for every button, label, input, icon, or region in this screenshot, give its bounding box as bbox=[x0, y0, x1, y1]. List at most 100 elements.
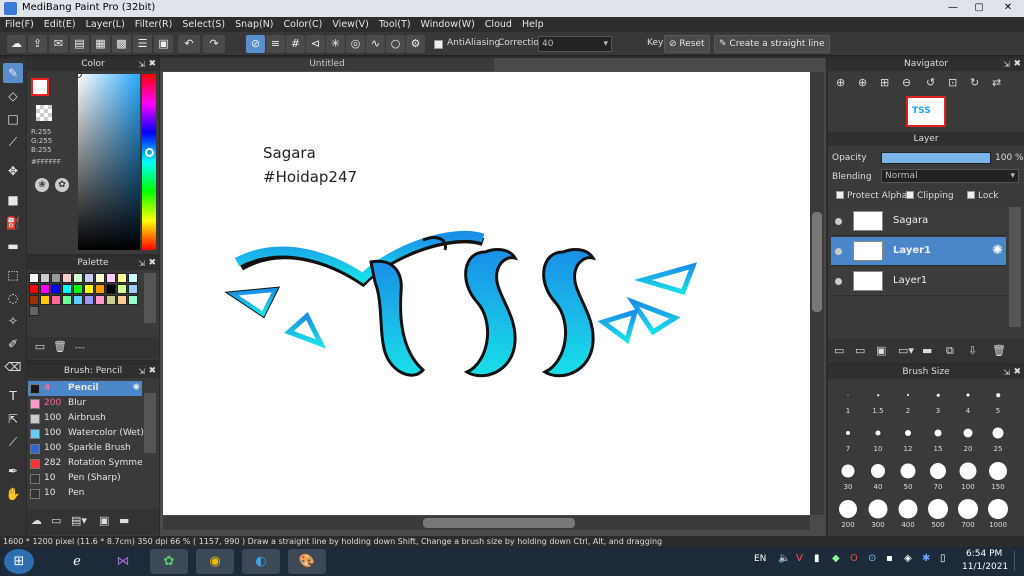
close-icon[interactable]: ✖ bbox=[148, 58, 156, 71]
brush-item[interactable]: 10 Pen bbox=[28, 486, 142, 501]
navigator-preview[interactable]: TSS bbox=[906, 96, 946, 127]
sv-cursor[interactable] bbox=[74, 70, 82, 78]
gear-icon[interactable]: ✺ bbox=[992, 243, 1003, 258]
brush-item[interactable]: 10 Pen (Sharp) bbox=[28, 471, 142, 486]
snap-grid-icon[interactable]: # bbox=[286, 35, 305, 53]
magic-wand-icon[interactable]: ✧ bbox=[3, 311, 23, 331]
actual-size-icon[interactable]: ⊡ bbox=[948, 76, 957, 89]
trash-icon[interactable]: 🗑 bbox=[52, 340, 68, 356]
eyedropper-icon[interactable]: ✒ bbox=[3, 461, 23, 481]
eye-icon[interactable] bbox=[835, 278, 842, 285]
palette-swatch[interactable] bbox=[73, 295, 83, 305]
snap-off-icon[interactable]: ⊘ bbox=[246, 35, 265, 53]
comment-icon[interactable]: ✉ bbox=[49, 35, 68, 53]
palette-swatch[interactable] bbox=[62, 295, 72, 305]
close-icon[interactable]: ✖ bbox=[148, 365, 156, 378]
app-green-icon[interactable]: ✿ bbox=[150, 549, 188, 574]
undo-icon[interactable]: ↶ bbox=[178, 35, 200, 53]
pin-icon[interactable]: ⇲ bbox=[138, 365, 145, 378]
close-icon[interactable]: ✖ bbox=[1013, 366, 1021, 379]
layer-row[interactable]: Sagara bbox=[831, 207, 1006, 236]
menu-cloud[interactable]: Cloud bbox=[480, 17, 517, 32]
layer-scrollbar[interactable] bbox=[1009, 207, 1021, 327]
eraser-tool-icon[interactable]: ◇ bbox=[3, 86, 23, 106]
fit-icon[interactable]: ⊞ bbox=[880, 76, 889, 89]
pin-icon[interactable]: ⇲ bbox=[1003, 366, 1010, 379]
lasso-icon[interactable]: ◌ bbox=[3, 288, 23, 308]
reset-button[interactable]: ⊘ Reset bbox=[664, 35, 710, 53]
palette-swatch[interactable] bbox=[51, 284, 61, 294]
brush-size-option[interactable]: 50 bbox=[893, 459, 923, 492]
brush-scrollbar[interactable] bbox=[144, 393, 156, 453]
clock-time[interactable]: 6:54 PM bbox=[966, 549, 1002, 559]
document-icon[interactable]: ▤ bbox=[70, 35, 89, 53]
brush-size-option[interactable]: 20 bbox=[953, 421, 983, 454]
snap-settings-icon[interactable]: ⚙ bbox=[406, 35, 425, 53]
palette-swatch[interactable] bbox=[106, 273, 116, 283]
close-button[interactable]: ✕ bbox=[992, 0, 1024, 17]
gallery-icon[interactable]: ▣ bbox=[154, 35, 173, 53]
brush-size-option[interactable]: 3 bbox=[923, 383, 953, 416]
merge-down-icon[interactable]: ⇩ bbox=[968, 344, 977, 357]
brush-size-option[interactable]: 1.5 bbox=[863, 383, 893, 416]
menu-tool[interactable]: Tool(T) bbox=[374, 17, 416, 32]
folder-icon[interactable]: ▬ bbox=[922, 344, 932, 357]
snap-parallel-icon[interactable]: ≡ bbox=[266, 35, 285, 53]
tray-app2-icon[interactable]: ⊙ bbox=[868, 553, 876, 564]
language-indicator[interactable]: EN bbox=[754, 554, 766, 564]
list-icon[interactable]: ☰ bbox=[133, 35, 152, 53]
layer-row[interactable]: Layer1 bbox=[831, 267, 1006, 296]
menu-filter[interactable]: Filter(R) bbox=[130, 17, 178, 32]
palette-swatch[interactable] bbox=[128, 295, 138, 305]
palette-swatch[interactable] bbox=[73, 284, 83, 294]
paint-icon[interactable]: 🎨 bbox=[288, 549, 326, 574]
palette-swatch[interactable] bbox=[117, 284, 127, 294]
palette-swatch[interactable] bbox=[62, 273, 72, 283]
network-icon[interactable]: ▮ bbox=[814, 553, 820, 564]
rotate-right-icon[interactable]: ↻ bbox=[970, 76, 979, 89]
brush-item[interactable]: 4 Pencil ✺ bbox=[28, 381, 142, 396]
start-button[interactable]: ⊞ bbox=[4, 549, 34, 574]
menu-help[interactable]: Help bbox=[517, 17, 549, 32]
brush-size-option[interactable]: 12 bbox=[893, 421, 923, 454]
select-rect-icon[interactable]: ⬚ bbox=[3, 265, 23, 285]
bucket-tool-icon[interactable]: ⛽ bbox=[3, 213, 23, 233]
opacity-slider[interactable] bbox=[881, 152, 991, 164]
eye-icon[interactable] bbox=[835, 218, 842, 225]
palette-swatch[interactable] bbox=[117, 273, 127, 283]
brush-size-option[interactable]: 5 bbox=[983, 383, 1013, 416]
brush-size-option[interactable]: 200 bbox=[833, 497, 863, 530]
clock-date[interactable]: 11/1/2021 bbox=[962, 562, 1008, 572]
palette-swatch[interactable] bbox=[29, 284, 39, 294]
hand-tool-icon[interactable]: ✋ bbox=[3, 484, 23, 504]
select-pen-icon[interactable]: ✐ bbox=[3, 334, 23, 354]
palette-swatch[interactable] bbox=[40, 273, 50, 283]
eye-icon[interactable] bbox=[835, 248, 842, 255]
foreground-color-swatch[interactable] bbox=[31, 78, 49, 96]
brush-tool-icon[interactable]: ✎ bbox=[3, 63, 23, 83]
medibang-taskbar-icon[interactable]: ◐ bbox=[242, 549, 280, 574]
rectangle-tool-icon[interactable]: □ bbox=[3, 109, 23, 129]
chrome-icon[interactable]: ◉ bbox=[196, 549, 234, 574]
palette-swatch[interactable] bbox=[73, 273, 83, 283]
visual-studio-icon[interactable]: ⋈ bbox=[104, 549, 142, 574]
zoom-out-icon[interactable]: ⊖ bbox=[902, 76, 911, 89]
palette-swatch[interactable] bbox=[95, 284, 105, 294]
palette-swatch[interactable] bbox=[51, 273, 61, 283]
background-color-swatch[interactable] bbox=[36, 105, 52, 121]
pin-icon[interactable]: ⇲ bbox=[138, 257, 145, 270]
page-icon[interactable]: ▦ bbox=[91, 35, 110, 53]
drawing-canvas[interactable]: Sagara #Hoidap247 bbox=[163, 72, 810, 515]
brush-settings-icon[interactable]: ▣ bbox=[99, 514, 109, 527]
snap-concentric-icon[interactable]: ◎ bbox=[346, 35, 365, 53]
show-desktop-button[interactable] bbox=[1014, 551, 1022, 571]
palette-swatch[interactable] bbox=[84, 273, 94, 283]
new-palette-icon[interactable]: ▭ bbox=[32, 340, 48, 356]
vivaldi-tray-icon[interactable]: V bbox=[796, 553, 803, 564]
minimize-button[interactable]: — bbox=[940, 0, 966, 17]
correction-select[interactable]: 40 ▾ bbox=[538, 36, 612, 52]
palette-swatch[interactable] bbox=[106, 284, 116, 294]
tray-app3-icon[interactable]: ▪ bbox=[886, 553, 893, 564]
palette-swatch[interactable] bbox=[117, 295, 127, 305]
layer-menu-icon[interactable]: ▭▾ bbox=[898, 344, 914, 357]
